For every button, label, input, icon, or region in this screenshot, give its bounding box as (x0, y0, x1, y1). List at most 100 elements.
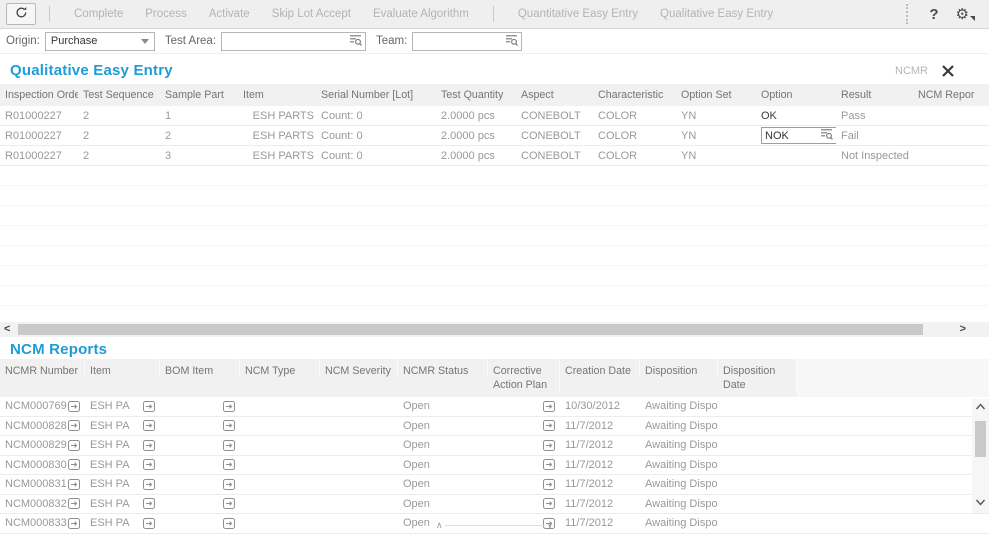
table-row[interactable]: NCM000831 ESH PA Open 11/7/2012 Awaiting… (0, 475, 989, 495)
origin-select[interactable]: Purchase (45, 32, 155, 51)
link-arrow-icon[interactable] (543, 479, 555, 490)
link-arrow-icon[interactable] (68, 401, 80, 412)
link-arrow-icon[interactable] (143, 420, 155, 431)
option-value: NOK (765, 130, 789, 142)
link-arrow-icon[interactable] (543, 401, 555, 412)
link-arrow-icon[interactable] (143, 518, 155, 529)
link-arrow-icon[interactable] (223, 479, 235, 490)
link-arrow-icon[interactable] (543, 498, 555, 509)
col-characteristic[interactable]: Characteristic (593, 89, 676, 101)
col-result[interactable]: Result (836, 89, 913, 101)
link-arrow-icon[interactable] (143, 401, 155, 412)
horizontal-scrollbar[interactable]: < > (0, 322, 989, 337)
link-arrow-icon[interactable] (223, 440, 235, 451)
col-disposition[interactable]: Disposition (640, 359, 718, 378)
evaluate-algorithm-button[interactable]: Evaluate Algorithm (373, 8, 469, 20)
link-arrow-icon[interactable] (68, 440, 80, 451)
link-arrow-icon[interactable] (68, 498, 80, 509)
origin-label: Origin: (6, 35, 40, 47)
link-arrow-icon[interactable] (223, 401, 235, 412)
link-arrow-icon[interactable] (543, 459, 555, 470)
table-row[interactable]: NCM000829 ESH PA Open 11/7/2012 Awaiting… (0, 436, 989, 456)
refresh-button[interactable] (6, 3, 36, 25)
scroll-down-icon[interactable] (974, 496, 987, 511)
vertical-scrollbar[interactable] (972, 399, 989, 513)
table-row[interactable]: NCM000830 ESH PA Open 11/7/2012 Awaiting… (0, 456, 989, 476)
scroll-left-icon[interactable]: < (4, 323, 10, 336)
col-option[interactable]: Option (756, 89, 836, 101)
col-test-sequence[interactable]: Test Sequence (78, 89, 160, 101)
link-arrow-icon[interactable] (143, 440, 155, 451)
complete-button[interactable]: Complete (74, 8, 123, 20)
serial-number-cell: Count: 0 (316, 130, 436, 142)
result-cell: Pass (836, 110, 913, 122)
process-button[interactable]: Process (145, 8, 187, 20)
item-code: ESH PA (90, 459, 130, 471)
vertical-scrollbar-thumb[interactable] (975, 421, 986, 457)
col-disposition-date[interactable]: Disposition Date (718, 359, 797, 392)
scroll-up-icon[interactable] (974, 401, 987, 416)
item-cell: ESH PARTS (238, 130, 316, 142)
link-arrow-icon[interactable] (223, 518, 235, 529)
col-sample-part[interactable]: Sample Part (160, 89, 238, 101)
col-creation-date[interactable]: Creation Date (560, 359, 640, 378)
table-row[interactable]: NCM000828 ESH PA Open 11/7/2012 Awaiting… (0, 417, 989, 437)
team-input[interactable] (416, 34, 505, 49)
table-row[interactable]: R01000227 2 2 ESH PARTS Count: 0 2.0000 … (0, 126, 989, 146)
test-sequence-cell: 2 (78, 110, 160, 122)
value-help-icon[interactable] (505, 34, 518, 49)
scroll-right-icon[interactable]: > (960, 323, 966, 336)
col-ncm-type[interactable]: NCM Type (240, 359, 320, 378)
table-row[interactable]: NCM000832 ESH PA Open 11/7/2012 Awaiting… (0, 495, 989, 515)
link-arrow-icon[interactable] (223, 498, 235, 509)
col-corrective-action-plan[interactable]: Corrective Action Plan (488, 359, 560, 392)
col-item[interactable]: Item (85, 359, 160, 378)
value-help-icon[interactable] (820, 128, 833, 143)
horizontal-scrollbar-thumb[interactable] (18, 324, 923, 335)
link-arrow-icon[interactable] (68, 518, 80, 529)
splitter-down-icon[interactable]: ∨ (547, 521, 554, 530)
quantitative-easy-entry-button[interactable]: Quantitative Easy Entry (518, 8, 638, 20)
col-ncmr-number[interactable]: NCMR Number (0, 359, 85, 378)
table-row[interactable]: NCM000769 ESH PA Open 10/30/2012 Awaitin… (0, 397, 989, 417)
splitter-up-icon[interactable]: ∧ (436, 521, 443, 530)
col-option-set[interactable]: Option Set (676, 89, 756, 101)
col-bom-item[interactable]: BOM Item (160, 359, 240, 378)
skip-lot-accept-button[interactable]: Skip Lot Accept (272, 8, 351, 20)
ncmr-label: NCMR (895, 65, 928, 77)
table-row[interactable]: R01000227 2 1 ESH PARTS Count: 0 2.0000 … (0, 106, 989, 126)
ncmr-number: NCM000831 (5, 478, 67, 490)
value-help-icon[interactable] (349, 34, 362, 49)
col-ncmr-status[interactable]: NCMR Status (398, 359, 488, 378)
help-button[interactable]: ? (929, 6, 938, 23)
qualitative-easy-entry-button[interactable]: Qualitative Easy Entry (660, 8, 773, 20)
col-serial-number[interactable]: Serial Number [Lot] (316, 89, 436, 101)
col-aspect[interactable]: Aspect (516, 89, 593, 101)
link-arrow-icon[interactable] (143, 459, 155, 470)
test-area-input[interactable] (225, 34, 349, 49)
pane-splitter[interactable]: ∧ ∨ (436, 521, 553, 530)
link-arrow-icon[interactable] (68, 420, 80, 431)
link-arrow-icon[interactable] (223, 420, 235, 431)
link-arrow-icon[interactable] (68, 459, 80, 470)
settings-button[interactable]: ⚙ (956, 5, 975, 23)
link-arrow-icon[interactable] (143, 479, 155, 490)
link-arrow-icon[interactable] (143, 498, 155, 509)
link-arrow-icon[interactable] (223, 459, 235, 470)
link-arrow-icon[interactable] (543, 420, 555, 431)
col-test-quantity[interactable]: Test Quantity (436, 89, 516, 101)
col-item[interactable]: Item (238, 89, 316, 101)
ncmr-status-cell: Open (398, 420, 488, 432)
link-arrow-icon[interactable] (68, 479, 80, 490)
link-arrow-icon[interactable] (543, 440, 555, 451)
col-inspection-order[interactable]: Inspection Order (0, 89, 78, 101)
option-cell[interactable]: OK (756, 110, 836, 122)
sample-part-cell: 2 (160, 130, 238, 142)
activate-button[interactable]: Activate (209, 8, 250, 20)
table-row[interactable]: R01000227 2 3 ESH PARTS Count: 0 2.0000 … (0, 146, 989, 166)
qualitative-section-header: Qualitative Easy Entry NCMR (0, 54, 989, 84)
col-ncm-severity[interactable]: NCM Severity (320, 359, 398, 378)
option-editor[interactable]: NOK (761, 127, 836, 144)
close-icon[interactable] (941, 64, 955, 78)
col-ncm-report[interactable]: NCM Repor (913, 89, 989, 101)
